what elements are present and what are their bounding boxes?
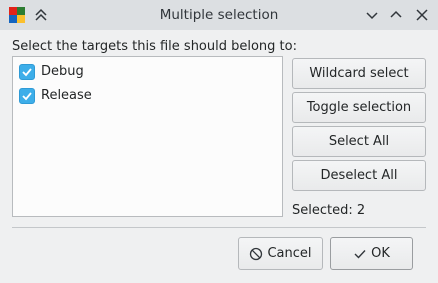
toggle-selection-button[interactable]: Toggle selection [292, 92, 426, 123]
targets-list[interactable]: Debug Release [12, 56, 283, 217]
select-all-button[interactable]: Select All [292, 126, 426, 157]
list-item-debug[interactable]: Debug [19, 62, 269, 82]
chevron-down-icon[interactable] [364, 7, 380, 23]
cancel-button[interactable]: Cancel [238, 237, 323, 270]
list-item-release[interactable]: Release [19, 86, 269, 106]
checkmark-icon [22, 68, 32, 77]
checkmark-icon [354, 249, 366, 259]
ok-button[interactable]: OK [330, 237, 413, 270]
title-bar: Multiple selection [0, 0, 438, 30]
debug-checkbox[interactable] [19, 64, 35, 80]
chevron-up-icon[interactable] [388, 7, 404, 23]
wildcard-select-button[interactable]: Wildcard select [292, 58, 426, 89]
deselect-all-button[interactable]: Deselect All [292, 160, 426, 191]
selected-count: Selected: 2 [292, 203, 366, 218]
divider [12, 227, 426, 228]
debug-label: Debug [41, 64, 84, 79]
cancel-circle-icon [250, 247, 263, 260]
close-icon[interactable] [414, 7, 430, 23]
checkmark-icon [22, 92, 32, 101]
release-checkbox[interactable] [19, 88, 35, 104]
prompt-label: Select the targets this file should belo… [12, 39, 297, 54]
ok-label: OK [371, 246, 390, 261]
multiple-selection-dialog: Multiple selection Select the targets th… [0, 0, 438, 283]
release-label: Release [41, 88, 92, 103]
cancel-label: Cancel [267, 246, 312, 261]
